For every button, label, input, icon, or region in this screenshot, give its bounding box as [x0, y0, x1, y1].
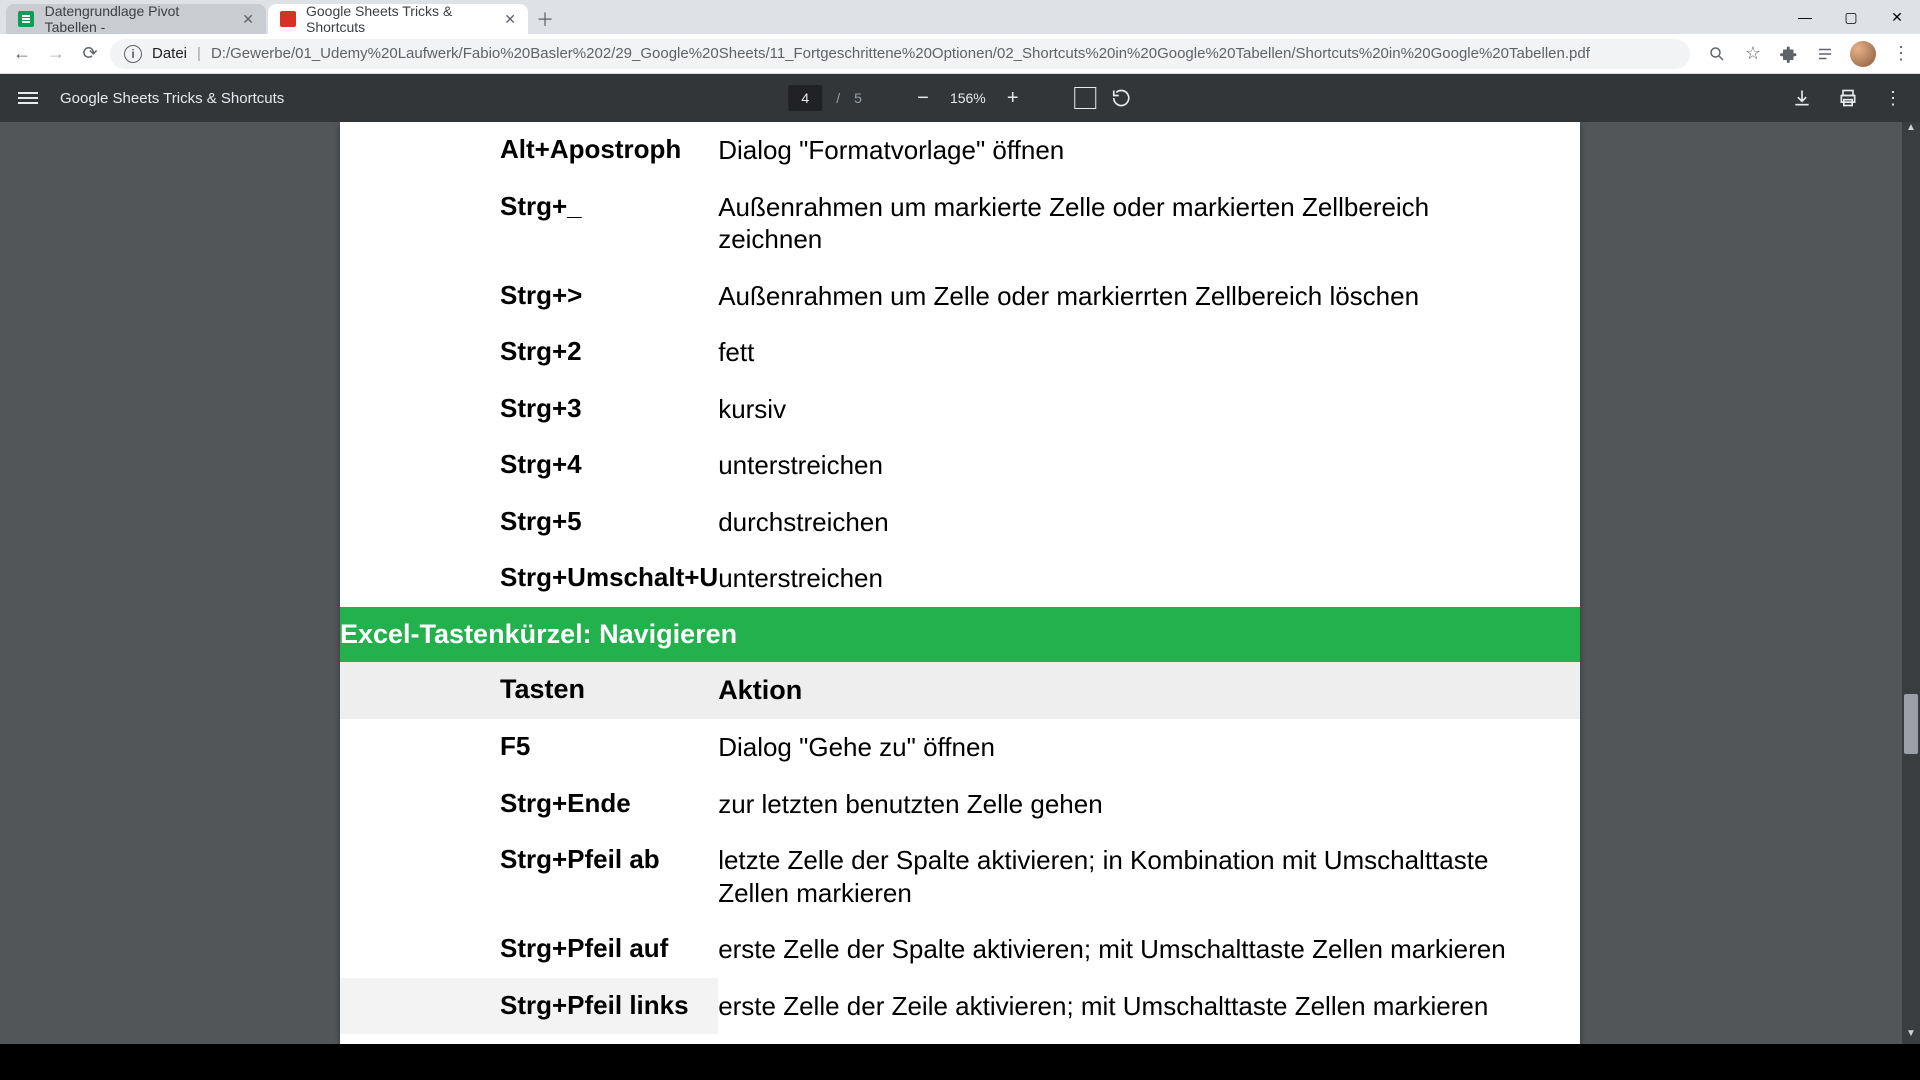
shortcut-key: Alt+Apostroph: [340, 122, 718, 179]
shortcut-key: Strg+5: [340, 494, 718, 551]
print-button[interactable]: [1838, 88, 1858, 108]
shortcut-description: fett: [718, 324, 1580, 381]
close-icon[interactable]: ✕: [504, 11, 516, 28]
maximize-button[interactable]: ▢: [1828, 0, 1874, 34]
chrome-menu-icon[interactable]: ⋮: [1890, 43, 1912, 65]
url-scheme: Datei: [152, 45, 187, 62]
pdf-toolbar: Google Sheets Tricks & Shortcuts / 5 − 1…: [0, 74, 1920, 122]
browser-tabstrip: Datengrundlage Pivot Tabellen - ✕ Google…: [0, 0, 1920, 34]
column-header-key: Tasten: [340, 662, 718, 720]
shortcut-description: unterstreichen: [718, 437, 1580, 494]
shortcut-key: Strg+2: [340, 324, 718, 381]
table-row: F5Dialog "Gehe zu" öffnen: [340, 719, 1580, 776]
tab-title: Google Sheets Tricks & Shortcuts: [306, 3, 490, 35]
shortcut-key: Strg+Pfeil links: [340, 978, 718, 1035]
shortcuts-table: Alt+ApostrophDialog "Formatvorlage" öffn…: [340, 122, 1580, 1034]
window-controls: — ▢ ✕: [1782, 0, 1920, 34]
shortcut-key: Strg+Umschalt+U: [340, 550, 718, 607]
forward-button[interactable]: →: [42, 40, 70, 68]
table-row: Strg+4unterstreichen: [340, 437, 1580, 494]
taskbar-area: [0, 1044, 1920, 1080]
pdf-icon: [280, 10, 296, 28]
shortcut-description: erste Zelle der Zeile aktivieren; mit Um…: [718, 978, 1580, 1035]
address-bar[interactable]: i Datei | D:/Gewerbe/01_Udemy%20Laufwerk…: [110, 39, 1690, 69]
shortcut-description: zur letzten benutzten Zelle gehen: [718, 776, 1580, 833]
reload-button[interactable]: ⟳: [76, 40, 104, 68]
pdf-viewport[interactable]: Alt+ApostrophDialog "Formatvorlage" öffn…: [0, 122, 1920, 1044]
column-header-row: Tasten Aktion: [340, 662, 1580, 720]
section-header-row: Excel-Tastenkürzel: Navigieren: [340, 607, 1580, 662]
table-row: Strg+>Außenrahmen um Zelle oder markierr…: [340, 268, 1580, 325]
zoom-in-button[interactable]: +: [1000, 85, 1026, 111]
close-icon[interactable]: ✕: [242, 11, 254, 28]
pdf-menu-button[interactable]: ⋮: [1884, 88, 1902, 109]
close-window-button[interactable]: ✕: [1874, 0, 1920, 34]
zoom-icon[interactable]: [1706, 43, 1728, 65]
bookmark-star-icon[interactable]: ☆: [1742, 43, 1764, 65]
zoom-level: 156%: [950, 90, 986, 106]
table-row: Alt+ApostrophDialog "Formatvorlage" öffn…: [340, 122, 1580, 179]
table-row: Strg+Pfeil abletzte Zelle der Spalte akt…: [340, 832, 1580, 921]
new-tab-button[interactable]: ＋: [530, 4, 560, 34]
download-button[interactable]: [1792, 88, 1812, 108]
shortcut-description: Außenrahmen um markierte Zelle oder mark…: [718, 179, 1580, 268]
profile-avatar[interactable]: [1850, 41, 1876, 67]
tab-active[interactable]: Google Sheets Tricks & Shortcuts ✕: [268, 4, 528, 34]
rotate-button[interactable]: [1110, 87, 1132, 109]
vertical-scrollbar[interactable]: ▲ ▼: [1902, 122, 1920, 1044]
table-row: Strg+Endezur letzten benutzten Zelle geh…: [340, 776, 1580, 833]
url-path: D:/Gewerbe/01_Udemy%20Laufwerk/Fabio%20B…: [211, 45, 1590, 62]
shortcut-key: Strg+>: [340, 268, 718, 325]
minimize-button[interactable]: —: [1782, 0, 1828, 34]
shortcut-description: Dialog "Gehe zu" öffnen: [718, 719, 1580, 776]
shortcut-description: unterstreichen: [718, 550, 1580, 607]
back-button[interactable]: ←: [8, 40, 36, 68]
table-row: Strg+Umschalt+Uunterstreichen: [340, 550, 1580, 607]
sheets-icon: [18, 10, 35, 28]
reading-list-icon[interactable]: [1814, 43, 1836, 65]
shortcut-description: durchstreichen: [718, 494, 1580, 551]
shortcut-description: Außenrahmen um Zelle oder markierrten Ze…: [718, 268, 1580, 325]
table-row: Strg+_Außenrahmen um markierte Zelle ode…: [340, 179, 1580, 268]
table-row: Strg+3kursiv: [340, 381, 1580, 438]
shortcut-description: kursiv: [718, 381, 1580, 438]
site-info-icon[interactable]: i: [124, 45, 142, 63]
browser-toolbar: ← → ⟳ i Datei | D:/Gewerbe/01_Udemy%20La…: [0, 34, 1920, 74]
shortcut-key: F5: [340, 719, 718, 776]
table-row: Strg+2fett: [340, 324, 1580, 381]
extensions-icon[interactable]: [1778, 43, 1800, 65]
table-row: Strg+5durchstreichen: [340, 494, 1580, 551]
shortcut-description: Dialog "Formatvorlage" öffnen: [718, 122, 1580, 179]
shortcut-key: Strg+Pfeil ab: [340, 832, 718, 921]
shortcut-key: Strg+3: [340, 381, 718, 438]
section-header-text: Excel-Tastenkürzel: Navigieren: [340, 607, 1580, 662]
sidebar-toggle-button[interactable]: [18, 92, 38, 104]
scroll-up-arrow-icon[interactable]: ▲: [1902, 122, 1920, 138]
page-total: 5: [854, 90, 862, 106]
scrollbar-thumb[interactable]: [1904, 694, 1918, 754]
pdf-page: Alt+ApostrophDialog "Formatvorlage" öffn…: [340, 122, 1580, 1044]
table-row: Strg+Pfeil linkserste Zelle der Zeile ak…: [340, 978, 1580, 1035]
shortcut-key: Strg+4: [340, 437, 718, 494]
fit-to-page-button[interactable]: [1074, 87, 1096, 109]
zoom-out-button[interactable]: −: [910, 85, 936, 111]
shortcut-description: erste Zelle der Spalte aktivieren; mit U…: [718, 921, 1580, 978]
column-header-action: Aktion: [718, 662, 1580, 720]
page-number-input[interactable]: [788, 85, 822, 111]
scroll-down-arrow-icon[interactable]: ▼: [1902, 1028, 1920, 1044]
tab-title: Datengrundlage Pivot Tabellen -: [45, 3, 229, 35]
shortcut-key: Strg+Pfeil auf: [340, 921, 718, 978]
shortcut-key: Strg+Ende: [340, 776, 718, 833]
page-separator: /: [836, 90, 840, 106]
tab-inactive[interactable]: Datengrundlage Pivot Tabellen - ✕: [6, 4, 266, 34]
shortcut-key: Strg+_: [340, 179, 718, 268]
table-row: Strg+Pfeil auferste Zelle der Spalte akt…: [340, 921, 1580, 978]
shortcut-description: letzte Zelle der Spalte aktivieren; in K…: [718, 832, 1580, 921]
pdf-title: Google Sheets Tricks & Shortcuts: [60, 90, 284, 107]
